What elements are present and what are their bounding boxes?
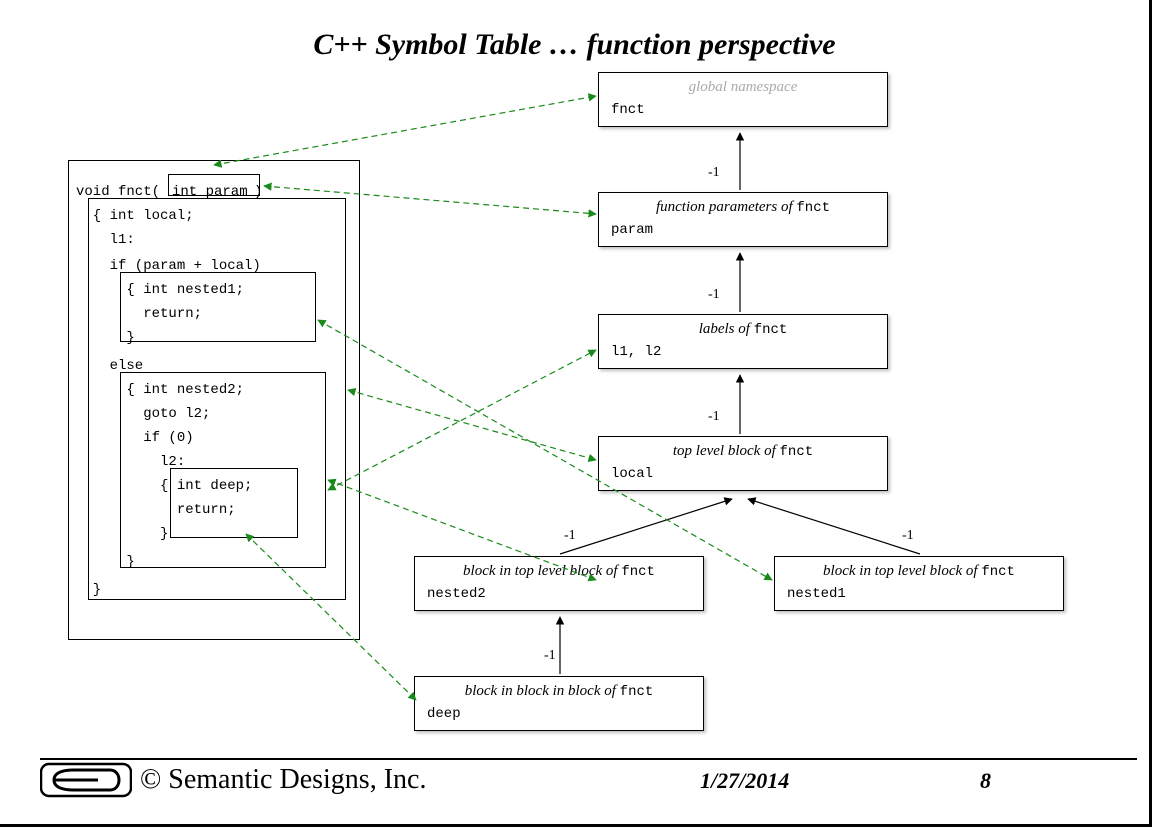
logo-icon [40,760,132,800]
edge-label-t-n2: -1 [564,528,576,544]
scope-top-title-prefix: top level block of [673,443,780,459]
footer-copyright: © Semantic Designs, Inc. [140,764,426,796]
scope-block-nested1-title-fn: fnct [981,564,1015,580]
scope-params-title-fn: fnct [796,200,830,216]
edge-label-p-l: -1 [708,287,720,303]
scope-block-nested2-title: block in top level block of fnct [415,557,703,582]
scope-block-deep-title-fn: fnct [620,684,654,700]
scope-global: global namespace fnct [598,72,888,127]
scope-global-symbols: fnct [599,98,887,126]
scope-block-nested1-title-prefix: block in top level block of [823,563,981,579]
edge-label-g-p: -1 [708,165,720,181]
scope-block-deep-title-prefix: block in block in block of [465,683,620,699]
scope-block-nested2-title-prefix: block in top level block of [463,563,621,579]
footer-date: 1/27/2014 [700,768,789,794]
box-param [168,174,260,196]
scope-params: function parameters of fnct param [598,192,888,247]
scope-block-nested1-symbols: nested1 [775,582,1063,610]
scope-block-nested2-title-fn: fnct [621,564,655,580]
footer-rule [40,758,1137,760]
footer: © Semantic Designs, Inc. 1/27/2014 8 [40,762,1109,806]
scope-block-nested1: block in top level block of fnct nested1 [774,556,1064,611]
scope-params-title-prefix: function parameters of [656,199,796,215]
edge-label-t-n1: -1 [902,528,914,544]
scope-block-nested2: block in top level block of fnct nested2 [414,556,704,611]
scope-labels: labels of fnct l1, l2 [598,314,888,369]
box-deep [170,468,298,538]
scope-top-symbols: local [599,462,887,490]
slide-title: C++ Symbol Table … function perspective [0,28,1149,62]
scope-labels-title: labels of fnct [599,315,887,340]
scope-block-deep-title: block in block in block of fnct [415,677,703,702]
scope-top-title: top level block of fnct [599,437,887,462]
scope-labels-title-prefix: labels of [699,321,754,337]
scope-block-nested2-symbols: nested2 [415,582,703,610]
scope-params-title: function parameters of fnct [599,193,887,218]
scope-params-symbols: param [599,218,887,246]
scope-block-deep-symbols: deep [415,702,703,730]
scope-top-title-fn: fnct [780,444,814,460]
edge-label-l-t: -1 [708,409,720,425]
scope-block-deep: block in block in block of fnct deep [414,676,704,731]
scope-labels-symbols: l1, l2 [599,340,887,368]
slide: C++ Symbol Table … function perspective … [0,0,1152,827]
scope-global-title: global namespace [599,73,887,98]
box-nested1 [120,272,316,342]
scope-block-nested1-title: block in top level block of fnct [775,557,1063,582]
scope-labels-title-fn: fnct [754,322,788,338]
scope-top: top level block of fnct local [598,436,888,491]
edge-label-n2-d: -1 [544,648,556,664]
footer-page: 8 [980,768,991,794]
